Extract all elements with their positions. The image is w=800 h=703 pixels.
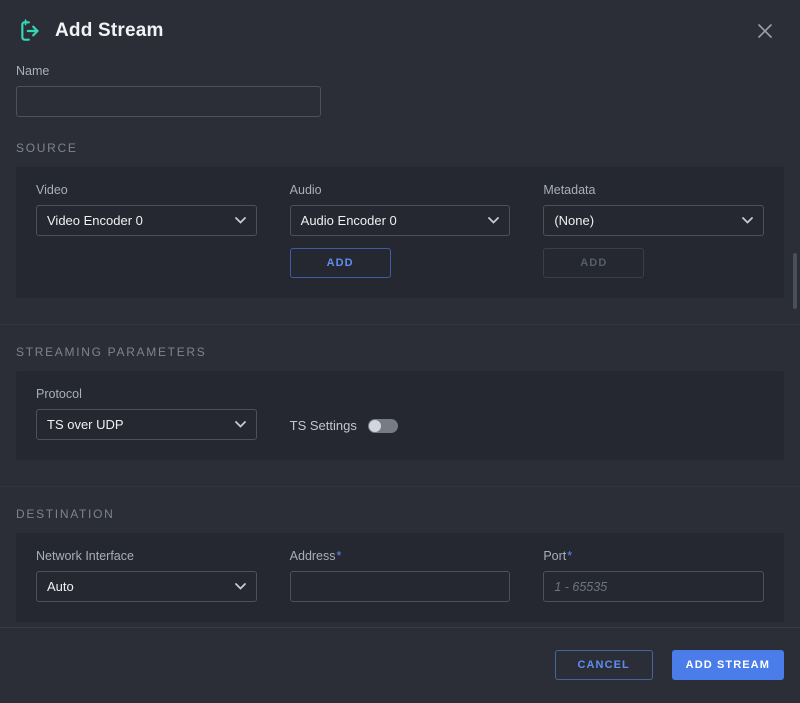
name-field-block: Name [0,56,337,117]
required-marker: * [567,549,572,563]
streaming-parameters-panel: Protocol TS over UDP TS Settings [16,371,784,460]
audio-encoder-select[interactable]: Audio Encoder 0 [290,205,511,236]
name-input[interactable] [16,86,321,117]
chevron-down-icon [488,217,499,224]
source-section-title: SOURCE [0,141,800,155]
protocol-label: Protocol [36,387,257,401]
source-panel: Video Video Encoder 0 Audio Audio Encode… [16,167,784,298]
port-label: Port* [543,549,764,563]
address-input[interactable] [290,571,511,602]
network-interface-label: Network Interface [36,549,257,563]
video-encoder-select[interactable]: Video Encoder 0 [36,205,257,236]
video-column: Video Video Encoder 0 [36,183,257,278]
required-marker: * [337,549,342,563]
metadata-label: Metadata [543,183,764,197]
name-label: Name [16,64,321,78]
network-interface-select[interactable]: Auto [36,571,257,602]
protocol-selected-value: TS over UDP [47,417,124,432]
dialog-title: Add Stream [55,20,164,42]
ts-settings-label: TS Settings [290,418,357,433]
scrollbar-thumb[interactable] [793,253,797,309]
protocol-select[interactable]: TS over UDP [36,409,257,440]
address-label: Address* [290,549,511,563]
chevron-down-icon [235,421,246,428]
audio-label: Audio [290,183,511,197]
destination-section-title: DESTINATION [0,507,800,521]
chevron-down-icon [235,217,246,224]
dialog-footer: CANCEL ADD STREAM [0,627,800,703]
metadata-select[interactable]: (None) [543,205,764,236]
network-interface-column: Network Interface Auto [36,549,257,602]
audio-column: Audio Audio Encoder 0 ADD [290,183,511,278]
ts-settings-cell: TS Settings [290,418,511,433]
destination-panel: Network Interface Auto Address* Port* [16,533,784,622]
streaming-parameters-section-title: STREAMING PARAMETERS [0,345,800,359]
audio-encoder-selected-value: Audio Encoder 0 [301,213,397,228]
metadata-selected-value: (None) [554,213,594,228]
toggle-knob [369,420,381,432]
cancel-button[interactable]: CANCEL [555,650,653,680]
source-section: SOURCE Video Video Encoder 0 Audio Audio… [0,141,800,298]
close-icon[interactable] [754,20,776,42]
add-stream-button[interactable]: ADD STREAM [672,650,784,680]
chevron-down-icon [742,217,753,224]
dialog-header: Add Stream [0,0,800,56]
add-stream-dialog: Add Stream Name SOURCE Video Video Encod… [0,0,800,703]
port-input[interactable] [543,571,764,602]
metadata-column: Metadata (None) ADD [543,183,764,278]
streaming-parameters-section: STREAMING PARAMETERS Protocol TS over UD… [0,324,800,460]
network-interface-selected-value: Auto [47,579,74,594]
address-column: Address* [290,549,511,602]
ts-settings-toggle[interactable] [368,419,398,433]
video-label: Video [36,183,257,197]
destination-section: DESTINATION Network Interface Auto Addre… [0,486,800,622]
add-metadata-button: ADD [543,248,644,278]
add-audio-button[interactable]: ADD [290,248,391,278]
video-encoder-selected-value: Video Encoder 0 [47,213,143,228]
port-column: Port* [543,549,764,602]
chevron-down-icon [235,583,246,590]
add-stream-icon [18,18,44,44]
protocol-column: Protocol TS over UDP [36,387,257,440]
